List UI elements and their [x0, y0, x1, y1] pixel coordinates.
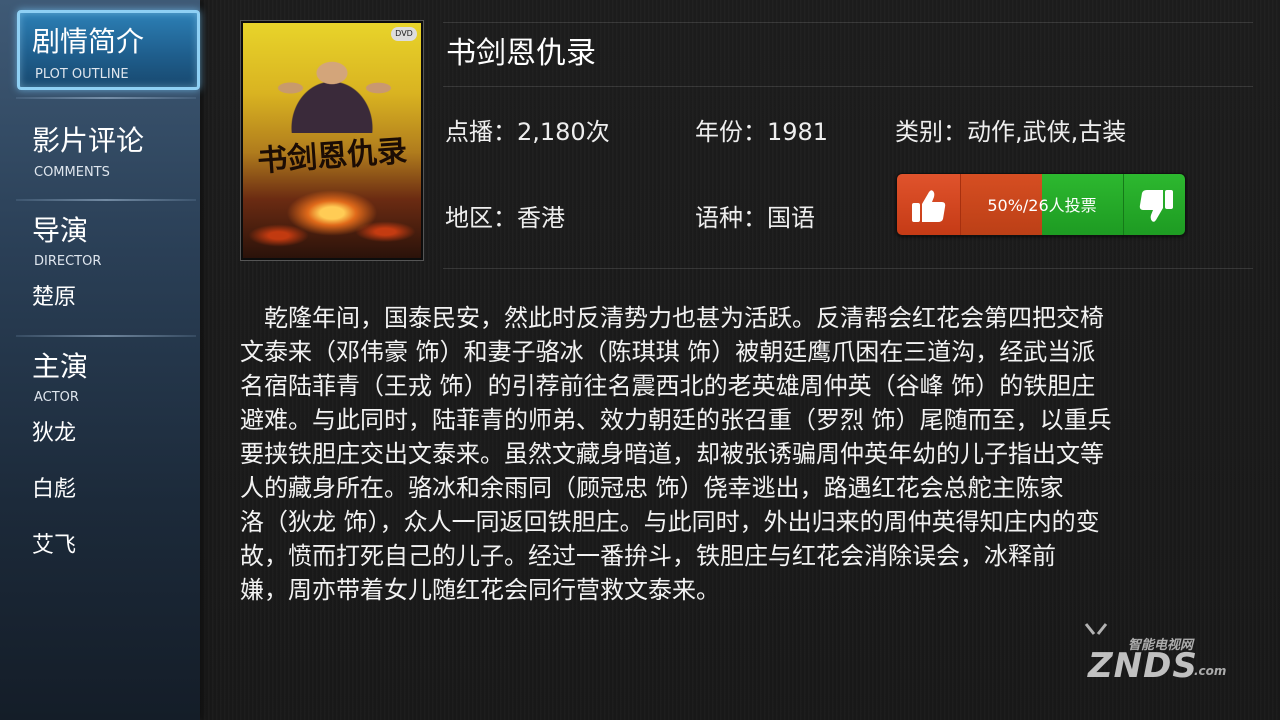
synopsis-line: 文泰来（邓伟豪 饰）和妻子骆冰（陈琪琪 饰）被朝廷鹰爪困在三道沟，经武当派 [240, 338, 1096, 366]
znds-watermark-logo: 智能电视网 ZNDS .com [1068, 620, 1238, 692]
watermark-domain-suffix: .com [1194, 664, 1227, 678]
synopsis-line: 避难。与此同时，陆菲青的师弟、效力朝廷的张召重（罗烈 饰）尾随而至，以重兵 [240, 406, 1112, 434]
poster-title-art: 书剑恩仇录 [256, 133, 409, 180]
sidebar-item-actor[interactable]: 主演 ACTOR [0, 336, 200, 411]
divider-line [443, 86, 1253, 87]
synopsis-line: 名宿陆菲青（王戎 饰）的引荐前往名震西北的老英雄周仲英（谷峰 饰）的铁胆庄 [240, 372, 1096, 400]
synopsis-line: 洛（狄龙 饰），众人一同返回铁胆庄。与此同时，外出归来的周仲英得知庄内的变 [240, 508, 1100, 536]
synopsis-line: 要挟铁胆庄交出文泰来。虽然文藏身暗道，却被张诱骗周仲英年幼的儿子指出文等 [240, 440, 1104, 468]
sidebar-item-title: 主演 [32, 350, 89, 383]
divider-line [443, 22, 1253, 23]
sidebar-item-title: 导演 [32, 214, 89, 247]
vote-bar: 50%/26人投票 [896, 173, 1186, 236]
sidebar-item-subtitle: PLOT OUTLINE [35, 67, 129, 82]
play-count: 点播：2,180次 [445, 118, 610, 146]
thumbs-down-icon [1139, 189, 1173, 222]
plot-synopsis: 乾隆年间，国泰民安，然此时反清势力也甚为活跃。反清帮会红花会第四把交椅 文泰来（… [240, 301, 1258, 607]
divider-line [443, 268, 1253, 269]
sidebar-item-subtitle: DIRECTOR [34, 254, 102, 269]
dislike-button[interactable] [1123, 174, 1185, 235]
actor-name[interactable]: 艾飞 [32, 533, 76, 559]
synopsis-line: 嫌，周亦带着女儿随红花会同行营救文泰来。 [240, 576, 720, 604]
region: 地区：香港 [445, 204, 565, 232]
vote-summary: 50%/26人投票 [987, 196, 1097, 215]
sidebar-item-subtitle: ACTOR [34, 390, 79, 405]
poster-battle-image [243, 183, 421, 258]
actor-name[interactable]: 白彪 [32, 477, 76, 503]
like-button[interactable] [897, 174, 961, 235]
synopsis-line: 故，愤而打死自己的儿子。经过一番拚斗，铁胆庄与红花会消除误会，冰释前 [240, 542, 1056, 570]
watermark-en-text: ZNDS [1088, 646, 1198, 686]
poster-cast-image [249, 33, 415, 133]
sidebar-item-title: 影片评论 [32, 124, 145, 157]
language: 语种：国语 [695, 204, 815, 232]
sidebar-item-director[interactable]: 导演 DIRECTOR [0, 200, 200, 275]
sidebar-item-plot-outline[interactable]: 剧情简介 PLOT OUTLINE [17, 10, 200, 90]
sidebar-item-subtitle: COMMENTS [34, 165, 110, 180]
actor-name[interactable]: 狄龙 [32, 421, 76, 447]
sidebar: 剧情简介 PLOT OUTLINE 影片评论 COMMENTS 导演 DIREC… [0, 0, 200, 720]
synopsis-line: 乾隆年间，国泰民安，然此时反清势力也甚为活跃。反清帮会红花会第四把交椅 [240, 304, 1104, 332]
synopsis-line: 人的藏身所在。骆冰和余雨同（顾冠忠 饰）侥幸逃出，路遇红花会总舵主陈家 [240, 474, 1064, 502]
movie-poster: DVD 书剑恩仇录 [240, 20, 424, 261]
sidebar-item-comments[interactable]: 影片评论 COMMENTS [0, 100, 200, 200]
genre: 类别：动作,武侠,古装 [895, 118, 1127, 146]
sidebar-divider [16, 97, 196, 99]
dvd-badge: DVD [391, 27, 417, 41]
sidebar-item-title: 剧情简介 [32, 25, 145, 58]
thumbs-up-icon [911, 189, 945, 222]
release-year: 年份：1981 [695, 118, 829, 146]
director-name[interactable]: 楚原 [32, 285, 76, 311]
movie-title: 书剑恩仇录 [446, 36, 596, 71]
